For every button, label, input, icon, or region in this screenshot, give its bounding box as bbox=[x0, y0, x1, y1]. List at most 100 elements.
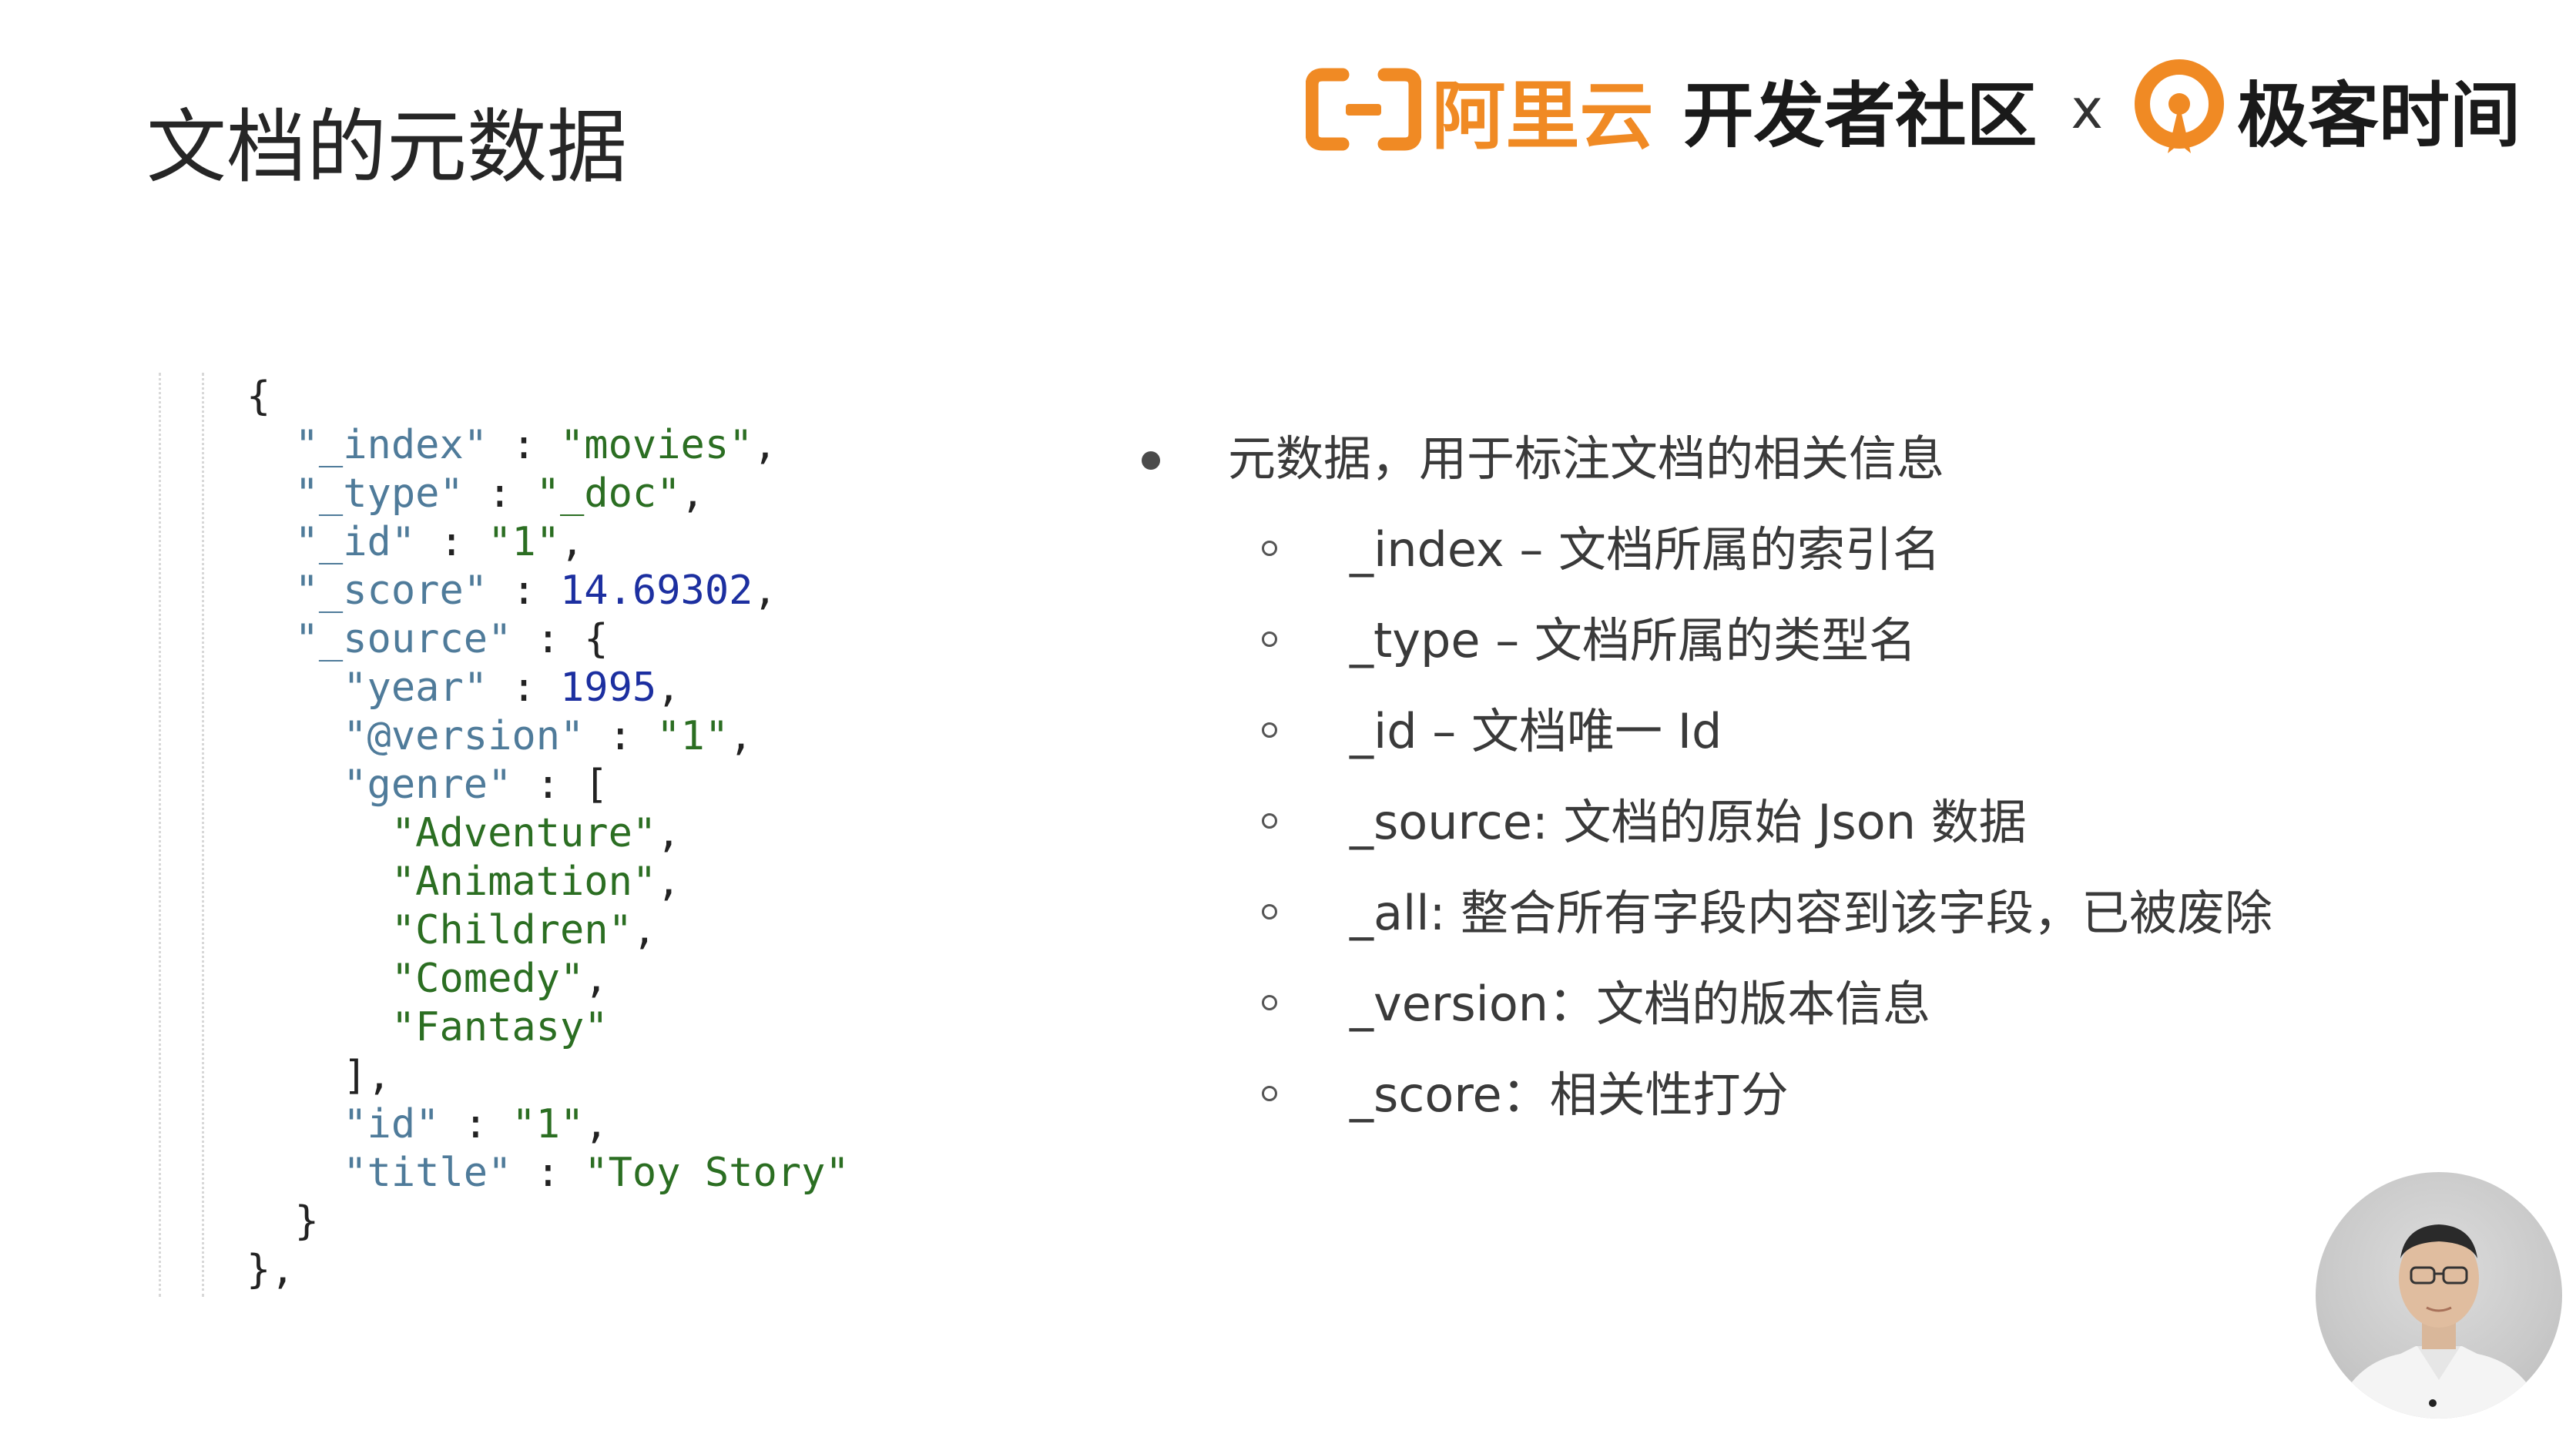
hollow-bullet-icon bbox=[1262, 904, 1277, 919]
code-string: "1" bbox=[488, 519, 561, 565]
code-punctuation: : bbox=[584, 713, 657, 759]
code-line: "Adventure", bbox=[247, 809, 850, 858]
code-string: "Comedy" bbox=[391, 956, 585, 1002]
code-key: "_source" bbox=[294, 616, 512, 662]
code-punctuation bbox=[247, 1150, 343, 1196]
code-line: "Comedy", bbox=[247, 955, 850, 1003]
code-punctuation: : bbox=[512, 1150, 585, 1196]
code-punctuation bbox=[247, 1004, 391, 1050]
geektime-ring-icon bbox=[2134, 59, 2225, 159]
sub-bullet-item: _all: 整合所有字段内容到该字段，已被废除 bbox=[1125, 876, 2434, 950]
code-string: "1" bbox=[512, 1101, 585, 1147]
code-line: ], bbox=[247, 1052, 850, 1100]
code-punctuation: : [ bbox=[512, 762, 609, 808]
code-punctuation: : bbox=[415, 519, 488, 565]
hollow-bullet-icon bbox=[1262, 722, 1277, 738]
hollow-bullet-icon bbox=[1262, 1086, 1277, 1101]
geektime-wordmark: 极客时间 bbox=[2236, 74, 2521, 157]
code-punctuation: : bbox=[463, 471, 536, 517]
code-string: "Animation" bbox=[391, 859, 657, 905]
sub-bullet-text: _all: 整合所有字段内容到该字段，已被废除 bbox=[1350, 885, 2273, 941]
code-punctuation: , bbox=[632, 907, 657, 953]
code-punctuation bbox=[247, 859, 391, 905]
code-line: "_index" : "movies", bbox=[247, 421, 850, 470]
hollow-bullet-icon bbox=[1262, 813, 1277, 829]
code-line: }, bbox=[247, 1246, 850, 1295]
aliyun-bracket-icon bbox=[1305, 67, 1422, 152]
sub-bullet-item: _id – 文档唯一 Id bbox=[1125, 695, 2434, 769]
code-key: "_id" bbox=[294, 519, 416, 565]
code-number: 14.69302 bbox=[560, 568, 753, 614]
code-line: "@version" : "1", bbox=[247, 712, 850, 761]
bullet-main-text: 元数据，用于标注文档的相关信息 bbox=[1228, 430, 1945, 487]
code-punctuation: { bbox=[247, 373, 271, 420]
code-string: "movies" bbox=[560, 422, 753, 468]
developer-community-wordmark: 开发者社区 bbox=[1682, 74, 2038, 157]
code-block: { "_index" : "movies", "_type" : "_doc",… bbox=[159, 373, 929, 1297]
sub-bullet-text: _version：文档的版本信息 bbox=[1350, 976, 1931, 1032]
sub-bullet-text: _score：相关性打分 bbox=[1350, 1067, 1789, 1123]
code-punctuation: , bbox=[584, 1101, 609, 1147]
code-punctuation bbox=[247, 616, 295, 662]
code-punctuation: , bbox=[729, 713, 753, 759]
indent-guide bbox=[159, 373, 161, 1297]
code-line: "genre" : [ bbox=[247, 761, 850, 809]
code-line: "Animation", bbox=[247, 858, 850, 906]
code-key: "@version" bbox=[343, 713, 585, 759]
sub-bullet-text: _type – 文档所属的类型名 bbox=[1350, 612, 1917, 668]
code-string: "Toy Story" bbox=[584, 1150, 850, 1196]
code-punctuation: , bbox=[656, 810, 681, 856]
code-line: "title" : "Toy Story" bbox=[247, 1149, 850, 1198]
code-punctuation: , bbox=[656, 859, 681, 905]
code-line: "Children", bbox=[247, 906, 850, 955]
sub-bullet-item: _index – 文档所属的索引名 bbox=[1125, 513, 2434, 587]
code-punctuation bbox=[247, 762, 343, 808]
code-string: "1" bbox=[656, 713, 730, 759]
code-punctuation: , bbox=[680, 471, 705, 517]
sub-bullet-item: _source: 文档的原始 Json 数据 bbox=[1125, 785, 2434, 859]
code-punctuation bbox=[247, 568, 295, 614]
code-punctuation: ], bbox=[247, 1053, 391, 1099]
code-key: "_score" bbox=[294, 568, 488, 614]
aliyun-wordmark: 阿里云 bbox=[1431, 72, 1654, 159]
code-punctuation bbox=[247, 519, 295, 565]
code-string: "_doc" bbox=[535, 471, 681, 517]
presenter-video-thumbnail bbox=[2316, 1172, 2562, 1419]
code-punctuation bbox=[247, 810, 391, 856]
code-punctuation bbox=[247, 422, 295, 468]
sub-bullet-item: _version：文档的版本信息 bbox=[1125, 967, 2434, 1041]
code-punctuation bbox=[247, 1101, 343, 1147]
code-key: "_type" bbox=[294, 471, 464, 517]
code-punctuation: , bbox=[584, 956, 609, 1002]
code-number: 1995 bbox=[560, 665, 657, 711]
code-punctuation bbox=[247, 471, 295, 517]
code-punctuation: : bbox=[439, 1101, 512, 1147]
slide: 文档的元数据 阿里云 开发者社区 x 极客时间 { "_index" : "mo… bbox=[0, 0, 2576, 1437]
code-punctuation: : bbox=[488, 665, 560, 711]
code-punctuation bbox=[247, 956, 391, 1002]
slide-title: 文档的元数据 bbox=[146, 100, 628, 194]
code-line: "id" : "1", bbox=[247, 1100, 850, 1149]
code-line: "year" : 1995, bbox=[247, 664, 850, 712]
code-punctuation bbox=[247, 665, 343, 711]
code-punctuation: , bbox=[656, 665, 681, 711]
header-logos: 阿里云 开发者社区 x 极客时间 bbox=[1305, 48, 2521, 171]
code-key: "_index" bbox=[294, 422, 488, 468]
code-punctuation bbox=[247, 713, 343, 759]
sub-bullet-item: _type – 文档所属的类型名 bbox=[1125, 604, 2434, 678]
code-key: "genre" bbox=[343, 762, 512, 808]
sub-bullet-text: _source: 文档的原始 Json 数据 bbox=[1350, 794, 2027, 850]
code-line: "_id" : "1", bbox=[247, 518, 850, 567]
code-punctuation: : bbox=[488, 568, 560, 614]
code-key: "title" bbox=[343, 1150, 512, 1196]
code-punctuation: , bbox=[753, 422, 777, 468]
code-line: "_score" : 14.69302, bbox=[247, 567, 850, 615]
code-punctuation: , bbox=[560, 519, 585, 565]
code-punctuation: : bbox=[488, 422, 560, 468]
code-punctuation: : { bbox=[512, 616, 609, 662]
sub-bullet-text: _index – 文档所属的索引名 bbox=[1350, 521, 1941, 578]
code-punctuation bbox=[247, 907, 391, 953]
code-line: "Fantasy" bbox=[247, 1003, 850, 1052]
code-string: "Fantasy" bbox=[391, 1004, 609, 1050]
code-punctuation: , bbox=[753, 568, 777, 614]
